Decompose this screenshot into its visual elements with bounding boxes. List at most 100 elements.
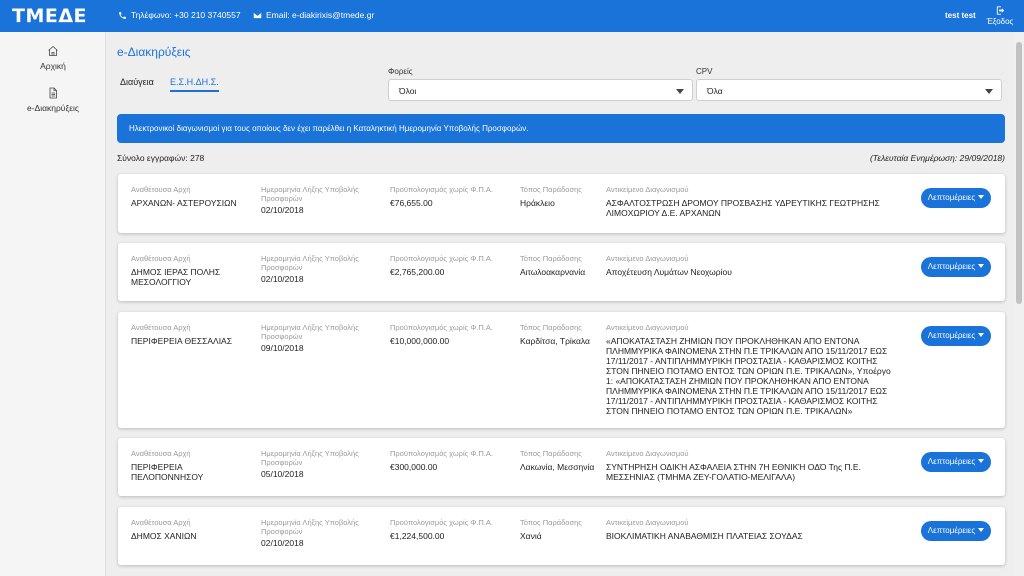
authority-value: ΠΕΡΙΦΕΡΕΙΑ ΠΕΛΟΠΟΝΝΗΣΟΥ bbox=[131, 462, 204, 482]
foreis-select[interactable]: Όλοι bbox=[388, 79, 693, 101]
details-button[interactable]: Λεπτομέρειες bbox=[921, 521, 991, 541]
subject-col: Αντικείμενο Διαγωνισμού ΣΥΝΤΗΡΗΣΗ ΟΔΙΚΉ … bbox=[606, 449, 898, 482]
place-label: Τόπος Παράδοσης bbox=[520, 449, 582, 458]
budget-value: €2,765,200.00 bbox=[390, 267, 445, 277]
subject-col: Αντικείμενο Διαγωνισμού Αποχέτευση Λυμάτ… bbox=[606, 254, 898, 277]
budget-label: Προϋπολογισμός χωρίς Φ.Π.Α. bbox=[390, 449, 493, 458]
phone-text: Τηλέφωνο: +30 210 3740557 bbox=[131, 10, 241, 20]
sidebar: Αρχική e-Διακηρύξεις bbox=[0, 32, 106, 576]
page-scrollbar[interactable] bbox=[1014, 32, 1024, 576]
deadline-col: Ημερομηνία Λήξης Υποβολής Προσφορών 09/1… bbox=[261, 323, 373, 353]
caret-down-icon bbox=[985, 89, 993, 94]
budget-label: Προϋπολογισμός χωρίς Φ.Π.Α. bbox=[390, 518, 493, 527]
deadline-col: Ημερομηνία Λήξης Υποβολής Προσφορών 05/1… bbox=[261, 449, 373, 479]
budget-value: €76,655.00 bbox=[390, 198, 433, 208]
details-button[interactable]: Λεπτομέρειες bbox=[921, 188, 991, 208]
tab-eshdhs[interactable]: Ε.Σ.Η.ΔΗ.Σ. bbox=[170, 77, 219, 92]
place-value: Ηράκλειο bbox=[520, 198, 555, 208]
details-label: Λεπτομέρειες bbox=[927, 262, 976, 271]
budget-col: Προϋπολογισμός χωρίς Φ.Π.Α. €76,655.00 bbox=[390, 185, 510, 208]
budget-value: €1,224,500.00 bbox=[390, 531, 445, 541]
chevron-down-icon bbox=[978, 264, 985, 268]
tender-card: Αναθέτουσα Αρχή ΠΕΡΙΦΕΡΕΙΑ ΘΕΣΣΑΛΙΑΣ Ημε… bbox=[118, 312, 1005, 428]
place-label: Τόπος Παράδοσης bbox=[520, 323, 582, 332]
place-col: Τόπος Παράδοσης Λακωνία, Μεσσηνία bbox=[520, 449, 604, 472]
cpv-select-value: Όλα bbox=[707, 86, 723, 96]
cpv-select[interactable]: Όλα bbox=[696, 79, 1002, 101]
caret-down-icon bbox=[676, 89, 684, 94]
email-text[interactable]: Email: e-diakirixis@tmede.gr bbox=[266, 10, 374, 20]
subject-value: Αποχέτευση Λυμάτων Νεοχωρίου bbox=[606, 267, 732, 277]
authority-value: ΔΗΜΟΣ ΧΑΝΙΩΝ bbox=[131, 531, 197, 541]
details-label: Λεπτομέρειες bbox=[927, 331, 976, 340]
place-label: Τόπος Παράδοσης bbox=[520, 518, 582, 527]
tab-diavgeia[interactable]: Διαύγεια bbox=[120, 77, 154, 87]
chevron-down-icon bbox=[978, 528, 985, 532]
scrollbar-thumb[interactable] bbox=[1016, 42, 1022, 304]
subject-col: Αντικείμενο Διαγωνισμού «ΑΠΟΚΑΤΑΣΤΑΣΗ ΖΗ… bbox=[606, 323, 898, 416]
deadline-value: 02/10/2018 bbox=[261, 274, 304, 284]
place-col: Τόπος Παράδοσης Αιτωλοακαρνανία bbox=[520, 254, 604, 277]
chevron-down-icon bbox=[978, 195, 985, 199]
place-value: Λακωνία, Μεσσηνία bbox=[520, 462, 595, 472]
logo[interactable]: ΤΜΕΔΕ bbox=[12, 5, 87, 27]
chevron-down-icon bbox=[978, 333, 985, 337]
subject-col: Αντικείμενο Διαγωνισμού ΒΙΟΚΛΙΜΑΤΙΚΗ ΑΝΑ… bbox=[606, 518, 898, 541]
subject-value: ΒΙΟΚΛΙΜΑΤΙΚΗ ΑΝΑΒΑΘΜΙΣΗ ΠΛΑΤΕΙΑΣ ΣΟΥΔΑΣ bbox=[606, 531, 803, 541]
deadline-label: Ημερομηνία Λήξης Υποβολής Προσφορών bbox=[261, 323, 359, 341]
logout-icon bbox=[996, 6, 1004, 15]
subject-label: Αντικείμενο Διαγωνισμού bbox=[606, 449, 689, 458]
info-banner: Ηλεκτρονικοί διαγωνισμοί για τους οποίου… bbox=[117, 114, 1005, 143]
deadline-value: 05/10/2018 bbox=[261, 469, 304, 479]
authority-col: Αναθέτουσα Αρχή ΠΕΡΙΦΕΡΕΙΑ ΠΕΛΟΠΟΝΝΗΣΟΥ bbox=[131, 449, 256, 482]
budget-col: Προϋπολογισμός χωρίς Φ.Π.Α. €2,765,200.0… bbox=[390, 254, 510, 277]
authority-col: Αναθέτουσα Αρχή ΑΡΧΑΝΩΝ- ΑΣΤΕΡΟΥΣΙΩΝ bbox=[131, 185, 256, 208]
budget-value: €300,000.00 bbox=[390, 462, 438, 472]
place-value: Καρδίτσα, Τρίκαλα bbox=[520, 336, 590, 346]
subject-col: Αντικείμενο Διαγωνισμού ΑΣΦΑΛΤΟΣΤΡΩΣΗ ΔΡ… bbox=[606, 185, 898, 218]
budget-label: Προϋπολογισμός χωρίς Φ.Π.Α. bbox=[390, 323, 493, 332]
deadline-value: 09/10/2018 bbox=[261, 343, 304, 353]
deadline-value: 02/10/2018 bbox=[261, 538, 304, 548]
authority-label: Αναθέτουσα Αρχή bbox=[131, 449, 191, 458]
phone-icon bbox=[119, 11, 126, 19]
deadline-col: Ημερομηνία Λήξης Υποβολής Προσφορών 02/1… bbox=[261, 254, 373, 284]
subject-label: Αντικείμενο Διαγωνισμού bbox=[606, 323, 689, 332]
subject-value: ΑΣΦΑΛΤΟΣΤΡΩΣΗ ΔΡΟΜΟΥ ΠΡΟΣΒΑΣΗΣ ΥΔΡΕΥΤΙΚΗ… bbox=[606, 198, 880, 218]
deadline-col: Ημερομηνία Λήξης Υποβολής Προσφορών 02/1… bbox=[261, 518, 373, 548]
exit-label: Έξοδος bbox=[986, 17, 1014, 26]
foreis-select-value: Όλοι bbox=[399, 86, 417, 96]
authority-label: Αναθέτουσα Αρχή bbox=[131, 518, 191, 527]
budget-label: Προϋπολογισμός χωρίς Φ.Π.Α. bbox=[390, 185, 493, 194]
details-button[interactable]: Λεπτομέρειες bbox=[921, 452, 991, 472]
sidebar-item-e-diakirixeis[interactable]: e-Διακηρύξεις bbox=[0, 87, 106, 113]
authority-value: ΠΕΡΙΦΕΡΕΙΑ ΘΕΣΣΑΛΙΑΣ bbox=[131, 336, 232, 346]
tender-card: Αναθέτουσα Αρχή ΠΕΡΙΦΕΡΕΙΑ ΠΕΛΟΠΟΝΝΗΣΟΥ … bbox=[118, 438, 1005, 496]
deadline-col: Ημερομηνία Λήξης Υποβολής Προσφορών 02/1… bbox=[261, 185, 373, 215]
envelope-icon bbox=[253, 12, 262, 18]
tender-card: Αναθέτουσα Αρχή ΑΡΧΑΝΩΝ- ΑΣΤΕΡΟΥΣΙΩΝ Ημε… bbox=[118, 174, 1005, 233]
authority-col: Αναθέτουσα Αρχή ΔΗΜΟΣ ΧΑΝΙΩΝ bbox=[131, 518, 256, 541]
place-label: Τόπος Παράδοσης bbox=[520, 254, 582, 263]
sidebar-item-home[interactable]: Αρχική bbox=[0, 45, 106, 71]
details-button[interactable]: Λεπτομέρειες bbox=[921, 326, 991, 346]
subject-label: Αντικείμενο Διαγωνισμού bbox=[606, 518, 689, 527]
details-label: Λεπτομέρειες bbox=[927, 457, 976, 466]
deadline-label: Ημερομηνία Λήξης Υποβολής Προσφορών bbox=[261, 254, 359, 272]
authority-col: Αναθέτουσα Αρχή ΔΗΜΟΣ ΙΕΡΑΣ ΠΟΛΗΣ ΜΕΣΟΛΟ… bbox=[131, 254, 241, 287]
authority-col: Αναθέτουσα Αρχή ΠΕΡΙΦΕΡΕΙΑ ΘΕΣΣΑΛΙΑΣ bbox=[131, 323, 256, 346]
phone-contact: Τηλέφωνο: +30 210 3740557 bbox=[118, 10, 241, 20]
deadline-label: Ημερομηνία Λήξης Υποβολής Προσφορών bbox=[261, 449, 359, 467]
details-button[interactable]: Λεπτομέρειες bbox=[921, 257, 991, 277]
subject-value: «ΑΠΟΚΑΤΑΣΤΑΣΗ ΖΗΜΙΩΝ ΠΟΥ ΠΡΟΚΛΗΘΗΚΑΝ ΑΠΟ… bbox=[606, 336, 891, 416]
authority-label: Αναθέτουσα Αρχή bbox=[131, 323, 191, 332]
place-col: Τόπος Παράδοσης Χανιά bbox=[520, 518, 604, 541]
sidebar-item-label: e-Διακηρύξεις bbox=[26, 103, 80, 113]
authority-label: Αναθέτουσα Αρχή bbox=[131, 254, 191, 263]
exit-button[interactable]: Έξοδος bbox=[984, 5, 1016, 26]
deadline-label: Ημερομηνία Λήξης Υποβολής Προσφορών bbox=[261, 185, 359, 203]
foreis-label: Φορείς bbox=[388, 67, 413, 76]
user-name[interactable]: test test bbox=[945, 11, 976, 20]
authority-label: Αναθέτουσα Αρχή bbox=[131, 185, 191, 194]
email-contact: Email: e-diakirixis@tmede.gr bbox=[253, 10, 374, 20]
